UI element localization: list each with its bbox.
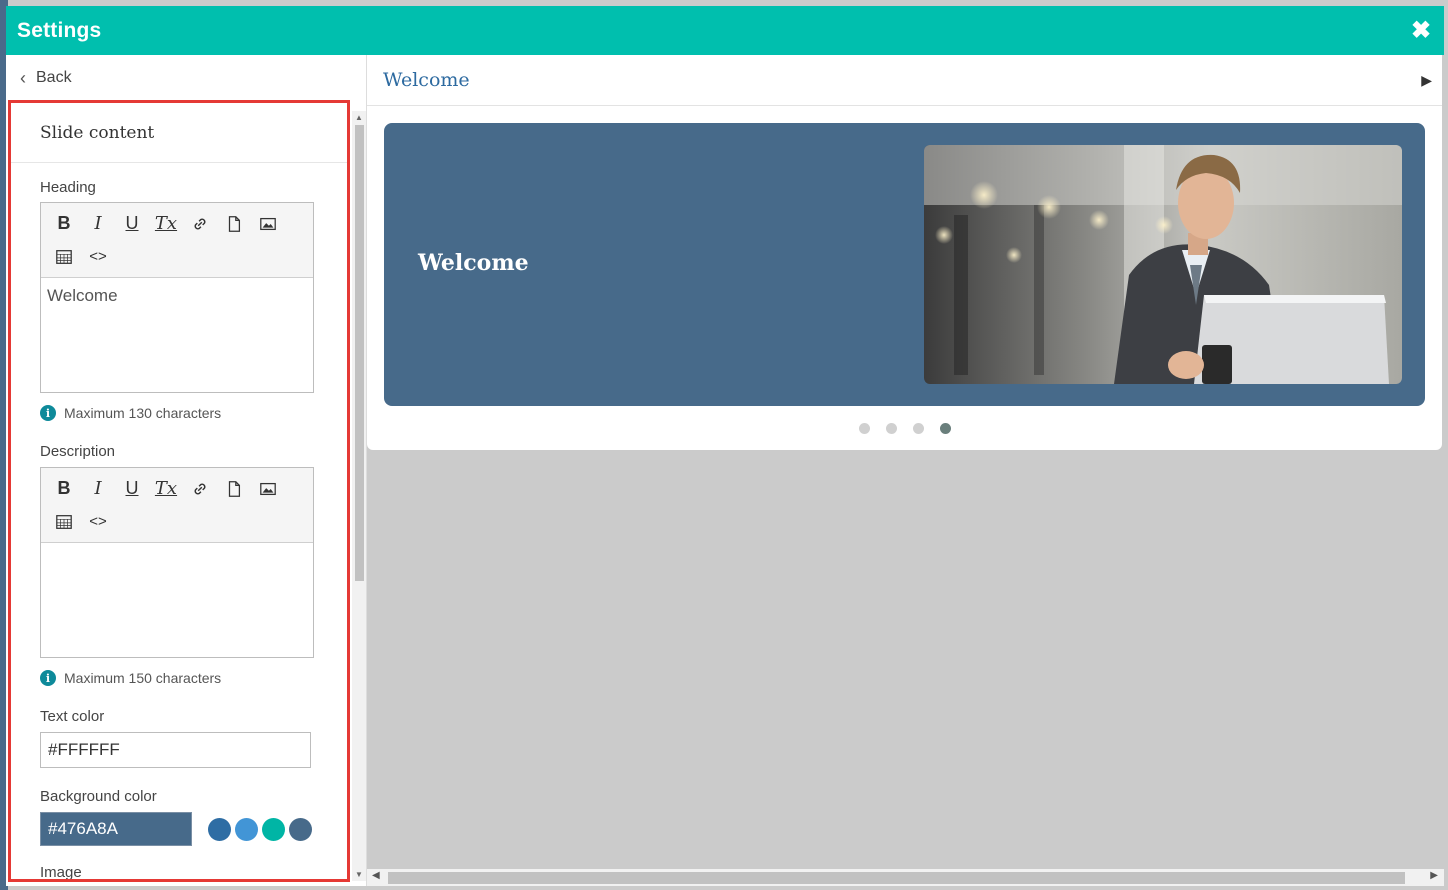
document-icon[interactable] <box>217 472 251 505</box>
image-icon[interactable] <box>251 207 285 240</box>
swatch-teal[interactable] <box>262 817 285 841</box>
heading-input[interactable]: Welcome <box>41 278 313 392</box>
table-icon[interactable] <box>47 505 81 538</box>
heading-label: Heading <box>40 179 96 196</box>
scroll-right-icon[interactable]: ▶ <box>1430 870 1438 881</box>
preview-header: Welcome ▶ <box>367 55 1442 106</box>
description-input[interactable] <box>41 543 313 657</box>
hscroll-thumb[interactable] <box>388 872 1405 884</box>
panel-title: Slide content <box>11 103 347 163</box>
table-icon[interactable] <box>47 240 81 273</box>
scroll-left-icon[interactable]: ◀ <box>372 870 380 881</box>
document-icon[interactable] <box>217 207 251 240</box>
back-button[interactable]: ‹ Back <box>6 55 366 101</box>
swatch-slate[interactable] <box>289 817 312 841</box>
close-icon[interactable]: ✖ <box>1408 17 1434 44</box>
heading-toolbar: B I U Tx <> <box>41 203 313 278</box>
bold-icon[interactable]: B <box>47 472 81 505</box>
scrollbar-thumb[interactable] <box>355 125 364 581</box>
background-color-label: Background color <box>40 788 157 805</box>
slide-heading: Welcome <box>418 250 529 276</box>
slide-dot-active[interactable] <box>939 423 951 434</box>
text-color-label: Text color <box>40 708 105 725</box>
code-icon[interactable]: <> <box>81 240 115 273</box>
description-hint-text: Maximum 150 characters <box>64 670 222 686</box>
info-icon: i <box>40 405 56 421</box>
clear-format-icon[interactable]: Tx <box>149 472 183 505</box>
description-toolbar: B I U Tx <> <box>41 468 313 543</box>
settings-modal: Settings ✖ ‹ Back Slide content Heading … <box>6 6 1444 886</box>
image-label: Image <box>40 864 82 881</box>
slide-content-panel: Slide content Heading B I U Tx <> Welcom… <box>8 100 350 882</box>
bold-icon[interactable]: B <box>47 207 81 240</box>
background-color-input[interactable]: #476A8A <box>40 812 192 846</box>
slide: Welcome <box>384 123 1425 406</box>
heading-hint: i Maximum 130 characters <box>11 405 347 421</box>
link-icon[interactable] <box>183 207 217 240</box>
scroll-down-icon[interactable]: ▼ <box>355 870 363 879</box>
slide-dots <box>367 423 1442 434</box>
preview-title: Welcome <box>383 69 470 91</box>
swatch-dark-blue[interactable] <box>208 817 231 841</box>
slide-dot[interactable] <box>885 423 897 434</box>
slide-dot[interactable] <box>858 423 870 434</box>
code-icon[interactable]: <> <box>81 505 115 538</box>
italic-icon[interactable]: I <box>81 207 115 240</box>
text-color-input[interactable]: #FFFFFF <box>40 732 311 768</box>
description-label: Description <box>40 443 116 460</box>
color-swatches <box>208 817 316 841</box>
info-icon: i <box>40 670 56 686</box>
slide-image <box>924 145 1402 384</box>
underline-icon[interactable]: U <box>115 207 149 240</box>
scroll-up-icon[interactable]: ▲ <box>355 113 363 122</box>
description-editor: B I U Tx <> <box>40 467 314 658</box>
modal-title: Settings <box>17 18 102 42</box>
play-icon[interactable]: ▶ <box>1421 72 1432 89</box>
sidebar-scrollbar[interactable]: ▲ ▼ <box>352 111 366 881</box>
background-color-row: #476A8A <box>11 812 347 846</box>
back-label: Back <box>36 69 72 86</box>
clear-format-icon[interactable]: Tx <box>149 207 183 240</box>
italic-icon[interactable]: I <box>81 472 115 505</box>
preview-area: Welcome ▶ Welcome ◀ ▶ <box>367 55 1444 886</box>
chevron-left-icon: ‹ <box>20 67 26 88</box>
underline-icon[interactable]: U <box>115 472 149 505</box>
settings-sidebar: ‹ Back Slide content Heading B I U Tx <>… <box>6 55 367 886</box>
heading-editor: B I U Tx <> Welcome <box>40 202 314 393</box>
image-icon[interactable] <box>251 472 285 505</box>
heading-hint-text: Maximum 130 characters <box>64 405 222 421</box>
modal-titlebar: Settings ✖ <box>6 6 1444 55</box>
preview-card: Welcome ▶ Welcome <box>367 55 1442 450</box>
slide-dot[interactable] <box>912 423 924 434</box>
description-hint: i Maximum 150 characters <box>11 670 347 686</box>
link-icon[interactable] <box>183 472 217 505</box>
preview-horizontal-scrollbar[interactable]: ◀ ▶ <box>367 869 1444 886</box>
swatch-light-blue[interactable] <box>235 817 258 841</box>
